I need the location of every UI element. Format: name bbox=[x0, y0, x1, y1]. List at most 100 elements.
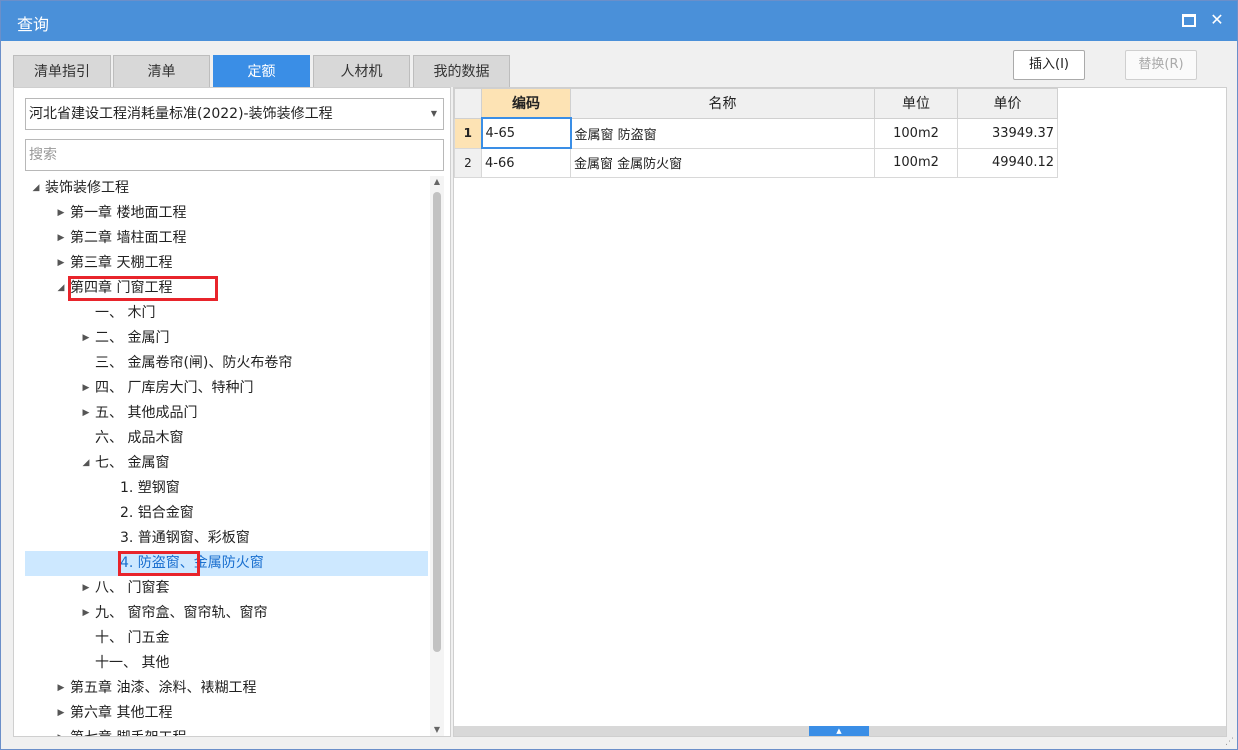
triangle-right-icon[interactable]: ▶ bbox=[56, 701, 66, 726]
tree-node[interactable]: 三、 金属卷帘(闸)、防火布卷帘 bbox=[25, 351, 428, 376]
tree-node[interactable]: ▶ 第六章 其他工程 bbox=[25, 701, 428, 726]
cell-price[interactable]: 33949.37 bbox=[957, 117, 1058, 149]
results-grid: 编码 名称 单位 单价 1 4-65 金属窗 防盗窗 100m2 33949.3… bbox=[454, 88, 1058, 178]
tree-node[interactable]: ▶ 九、 窗帘盒、窗帘轨、窗帘 bbox=[25, 601, 428, 626]
tree-node[interactable]: 一、 木门 bbox=[25, 301, 428, 326]
triangle-right-icon[interactable]: ▶ bbox=[81, 576, 91, 601]
tree-node-label: 装饰装修工程 bbox=[45, 180, 129, 196]
triangle-down-icon[interactable]: ◢ bbox=[81, 451, 91, 476]
triangle-right-icon[interactable]: ▶ bbox=[56, 726, 66, 736]
tree-node[interactable]: ◢ 第四章 门窗工程 bbox=[25, 276, 428, 301]
library-select[interactable]: 河北省建设工程消耗量标准(2022)-装饰装修工程 ▼ bbox=[25, 98, 444, 130]
tree-node-label: 十一、 其他 bbox=[95, 655, 170, 671]
tree-node-label: 第七章 脚手架工程 bbox=[70, 726, 186, 736]
tree-node-label: 第二章 墙柱面工程 bbox=[70, 230, 187, 246]
tree-node-label: 4. 防盗窗、金属防火窗 bbox=[120, 555, 264, 571]
tree-node-label: 四、 厂库房大门、特种门 bbox=[95, 380, 254, 396]
tree-panel: 河北省建设工程消耗量标准(2022)-装饰装修工程 ▼ 搜索 ◢ 装饰装修工程 ▶ 第… bbox=[13, 87, 451, 737]
grid-corner bbox=[454, 88, 482, 119]
triangle-right-icon[interactable]: ▶ bbox=[56, 201, 66, 226]
row-number: 1 bbox=[454, 117, 482, 149]
tree-node[interactable]: 2. 铝合金窗 bbox=[25, 501, 428, 526]
scroll-up-icon[interactable]: ▲ bbox=[430, 176, 444, 188]
replace-button[interactable]: 替换(R) bbox=[1125, 50, 1197, 80]
table-row[interactable]: 1 4-65 金属窗 防盗窗 100m2 33949.37 bbox=[454, 117, 1058, 149]
splitter-handle-icon[interactable]: ▲ bbox=[809, 726, 869, 736]
tree-node[interactable]: 六、 成品木窗 bbox=[25, 426, 428, 451]
triangle-right-icon[interactable]: ▶ bbox=[56, 676, 66, 701]
tree-node[interactable]: ▶ 五、 其他成品门 bbox=[25, 401, 428, 426]
chapter-tree: ◢ 装饰装修工程 ▶ 第一章 楼地面工程 ▶ 第二章 墙柱面工程 ▶ 第三章 天棚工程 ◢ 第四章… bbox=[25, 176, 428, 736]
cell-name[interactable]: 金属窗 金属防火窗 bbox=[570, 147, 875, 178]
column-header-name[interactable]: 名称 bbox=[570, 88, 875, 119]
tree-node[interactable]: 4. 防盗窗、金属防火窗 bbox=[25, 551, 428, 576]
tree-node[interactable]: 十、 门五金 bbox=[25, 626, 428, 651]
table-row[interactable]: 2 4-66 金属窗 金属防火窗 100m2 49940.12 bbox=[454, 147, 1058, 178]
tree-node-label: 第六章 其他工程 bbox=[70, 705, 173, 721]
horizontal-splitter[interactable]: ▲ bbox=[454, 726, 1226, 736]
tree-node[interactable]: ▶ 第一章 楼地面工程 bbox=[25, 201, 428, 226]
maximize-icon[interactable] bbox=[1179, 10, 1199, 30]
scrollbar-thumb[interactable] bbox=[433, 192, 441, 652]
tree-node[interactable]: ▶ 第三章 天棚工程 bbox=[25, 251, 428, 276]
tree-node-label: 1. 塑钢窗 bbox=[120, 480, 180, 496]
tree-scrollbar[interactable]: ▲ ▼ bbox=[430, 176, 444, 736]
cell-code[interactable]: 4-65 bbox=[480, 117, 572, 149]
tab-my-data[interactable]: 我的数据 bbox=[413, 55, 510, 87]
tree-node[interactable]: 3. 普通钢窗、彩板窗 bbox=[25, 526, 428, 551]
resize-grip-icon[interactable]: ⋰ bbox=[1225, 737, 1235, 747]
close-icon[interactable]: ✕ bbox=[1207, 10, 1227, 30]
tree-node-label: 三、 金属卷帘(闸)、防火布卷帘 bbox=[95, 355, 293, 371]
cell-price[interactable]: 49940.12 bbox=[957, 147, 1058, 178]
cell-unit[interactable]: 100m2 bbox=[874, 147, 958, 178]
tree-node-label: 八、 门窗套 bbox=[95, 580, 170, 596]
column-header-unit[interactable]: 单位 bbox=[874, 88, 958, 119]
scroll-down-icon[interactable]: ▼ bbox=[430, 724, 444, 736]
search-input[interactable]: 搜索 bbox=[25, 139, 444, 171]
tree-node[interactable]: ◢ 装饰装修工程 bbox=[25, 176, 428, 201]
insert-button[interactable]: 插入(I) bbox=[1013, 50, 1085, 80]
tree-node-label: 第一章 楼地面工程 bbox=[70, 205, 187, 221]
row-number: 2 bbox=[454, 147, 482, 178]
triangle-right-icon[interactable]: ▶ bbox=[81, 401, 91, 426]
tree-node[interactable]: 1. 塑钢窗 bbox=[25, 476, 428, 501]
tree-node[interactable]: ▶ 第五章 油漆、涂料、裱糊工程 bbox=[25, 676, 428, 701]
tree-node-label: 五、 其他成品门 bbox=[95, 405, 198, 421]
tree-node[interactable]: 十一、 其他 bbox=[25, 651, 428, 676]
tree-node-label: 十、 门五金 bbox=[95, 630, 170, 646]
tree-node-label: 第四章 门窗工程 bbox=[70, 280, 173, 296]
query-window: 查询 ✕ 清单指引 清单 定额 人材机 我的数据 插入(I) 替换(R) 河北省… bbox=[0, 0, 1238, 750]
tree-node-label: 七、 金属窗 bbox=[95, 455, 170, 471]
column-header-code[interactable]: 编码 bbox=[481, 88, 571, 119]
tree-node-label: 二、 金属门 bbox=[95, 330, 170, 346]
tab-bill[interactable]: 清单 bbox=[113, 55, 210, 87]
triangle-right-icon[interactable]: ▶ bbox=[56, 226, 66, 251]
tab-quota[interactable]: 定额 bbox=[213, 55, 310, 87]
cell-name[interactable]: 金属窗 防盗窗 bbox=[570, 117, 875, 149]
tab-labor-material[interactable]: 人材机 bbox=[313, 55, 410, 87]
tree-node[interactable]: ▶ 二、 金属门 bbox=[25, 326, 428, 351]
cell-unit[interactable]: 100m2 bbox=[874, 117, 958, 149]
tree-node[interactable]: ▶ 四、 厂库房大门、特种门 bbox=[25, 376, 428, 401]
grid-header-row: 编码 名称 单位 单价 bbox=[454, 88, 1058, 119]
triangle-down-icon[interactable]: ◢ bbox=[31, 176, 41, 201]
window-title: 查询 bbox=[17, 15, 50, 34]
title-bar: 查询 ✕ bbox=[1, 1, 1237, 41]
column-header-price[interactable]: 单价 bbox=[957, 88, 1058, 119]
chevron-down-icon[interactable]: ▼ bbox=[431, 99, 437, 129]
cell-code[interactable]: 4-66 bbox=[481, 147, 571, 178]
tab-bill-guide[interactable]: 清单指引 bbox=[13, 55, 111, 87]
tree-node[interactable]: ▶ 第七章 脚手架工程 bbox=[25, 726, 428, 736]
triangle-right-icon[interactable]: ▶ bbox=[56, 251, 66, 276]
triangle-right-icon[interactable]: ▶ bbox=[81, 376, 91, 401]
tree-node[interactable]: ◢ 七、 金属窗 bbox=[25, 451, 428, 476]
triangle-down-icon[interactable]: ◢ bbox=[56, 276, 66, 301]
triangle-right-icon[interactable]: ▶ bbox=[81, 326, 91, 351]
tree-node[interactable]: ▶ 第二章 墙柱面工程 bbox=[25, 226, 428, 251]
triangle-right-icon[interactable]: ▶ bbox=[81, 601, 91, 626]
tree-node-label: 第三章 天棚工程 bbox=[70, 255, 173, 271]
tree-node-label: 九、 窗帘盒、窗帘轨、窗帘 bbox=[95, 605, 268, 621]
tree-node-label: 2. 铝合金窗 bbox=[120, 505, 194, 521]
tree-node-label: 六、 成品木窗 bbox=[95, 430, 184, 446]
tree-node[interactable]: ▶ 八、 门窗套 bbox=[25, 576, 428, 601]
